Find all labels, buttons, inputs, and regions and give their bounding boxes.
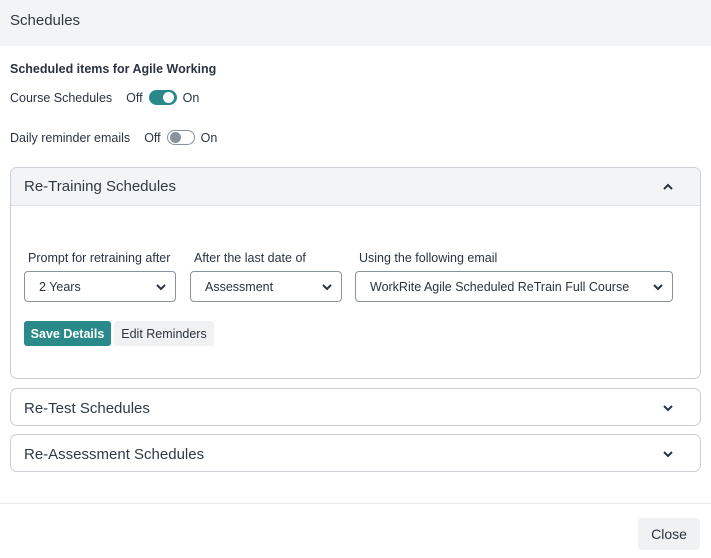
reassessment-panel-title: Re-Assessment Schedules: [24, 445, 205, 463]
course-schedules-switch[interactable]: [148, 90, 177, 105]
email-label: Using the following email: [359, 251, 498, 265]
chevron-down-icon: [322, 284, 332, 291]
retraining-panel-body: Prompt for retraining after After the la…: [11, 206, 700, 378]
dialog-title: Schedules: [10, 12, 81, 29]
last-date-label: After the last date of: [194, 251, 306, 265]
section-subtitle: Scheduled items for Agile Working: [10, 62, 217, 76]
chevron-down-icon: [156, 284, 166, 291]
reassessment-panel-header[interactable]: Re-Assessment Schedules: [11, 435, 700, 471]
chevron-down-icon: [663, 451, 673, 458]
close-button[interactable]: Close: [638, 518, 700, 550]
retest-panel-title: Re-Test Schedules: [24, 399, 150, 417]
switch-knob: [169, 132, 181, 143]
dialog-header: Schedules: [0, 0, 711, 46]
daily-reminder-label: Daily reminder emails: [10, 130, 131, 145]
prompt-retraining-select[interactable]: 2 Years: [24, 271, 176, 302]
reassessment-panel: Re-Assessment Schedules: [10, 434, 701, 472]
toggle-on-label: On: [200, 130, 218, 145]
retest-panel: Re-Test Schedules: [10, 388, 701, 426]
course-schedules-toggle-row: Course Schedules Off On: [10, 90, 199, 105]
footer-divider: [0, 503, 711, 504]
chevron-down-icon: [663, 405, 673, 412]
edit-reminders-button[interactable]: Edit Reminders: [114, 321, 214, 346]
retraining-panel: Re-Training Schedules Prompt for retrain…: [10, 167, 701, 379]
retraining-panel-title: Re-Training Schedules: [24, 178, 177, 195]
email-select[interactable]: WorkRite Agile Scheduled ReTrain Full Co…: [355, 271, 673, 302]
chevron-down-icon: [653, 284, 663, 291]
toggle-on-label: On: [182, 90, 200, 105]
retraining-panel-header[interactable]: Re-Training Schedules: [11, 168, 700, 206]
chevron-up-icon: [663, 183, 673, 190]
course-schedules-label: Course Schedules: [10, 90, 113, 105]
toggle-off-label: Off: [144, 130, 161, 145]
toggle-off-label: Off: [126, 90, 143, 105]
daily-reminder-toggle-row: Daily reminder emails Off On: [10, 130, 217, 145]
save-details-button[interactable]: Save Details: [24, 321, 111, 346]
prompt-retraining-value: 2 Years: [39, 279, 81, 294]
daily-reminder-switch[interactable]: [166, 130, 195, 145]
last-date-value: Assessment: [205, 279, 274, 294]
prompt-retraining-label: Prompt for retraining after: [28, 251, 171, 265]
switch-knob: [162, 92, 174, 103]
retest-panel-header[interactable]: Re-Test Schedules: [11, 389, 700, 425]
last-date-select[interactable]: Assessment: [190, 271, 342, 302]
email-value: WorkRite Agile Scheduled ReTrain Full Co…: [370, 279, 630, 294]
